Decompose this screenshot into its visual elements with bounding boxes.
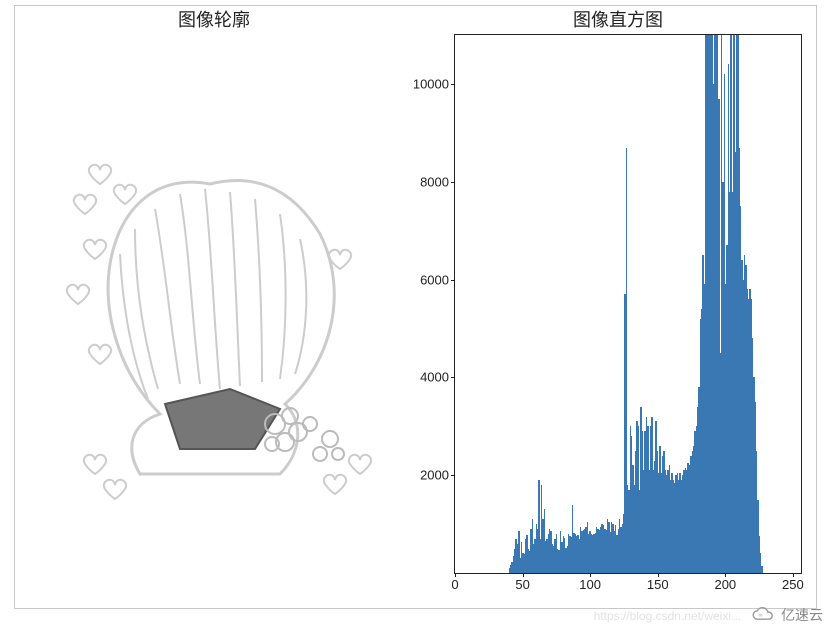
- subplot-right: 图像直方图 2000400060008000100000501001502002…: [434, 6, 802, 586]
- figure: 图像轮廓: [0, 0, 831, 627]
- svg-text:∞: ∞: [759, 613, 763, 619]
- histogram-axes: 200040006000800010000050100150200250: [454, 34, 802, 574]
- xtick-label: 50: [515, 577, 529, 592]
- ytick-label: 10000: [413, 76, 449, 91]
- xtick-label: 0: [451, 577, 458, 592]
- ytick-label: 4000: [420, 370, 449, 385]
- logo: ∞ 亿速云: [749, 605, 823, 625]
- subplot-left: 图像轮廓: [30, 6, 398, 586]
- watermark: https://blog.csdn.net/weixi...: [594, 609, 741, 623]
- cloud-icon: ∞: [749, 605, 777, 625]
- right-title: 图像直方图: [434, 6, 802, 32]
- ytick-label: 2000: [420, 468, 449, 483]
- histogram-bar: [761, 566, 762, 573]
- xtick-label: 100: [579, 577, 601, 592]
- logo-text: 亿速云: [781, 605, 823, 625]
- left-title: 图像轮廓: [30, 6, 398, 32]
- contour-image: [30, 34, 398, 574]
- ytick-label: 8000: [420, 174, 449, 189]
- histogram-bars: [455, 35, 801, 573]
- xtick-label: 200: [714, 577, 736, 592]
- xtick-label: 250: [782, 577, 804, 592]
- xtick-label: 150: [647, 577, 669, 592]
- ytick-label: 6000: [420, 272, 449, 287]
